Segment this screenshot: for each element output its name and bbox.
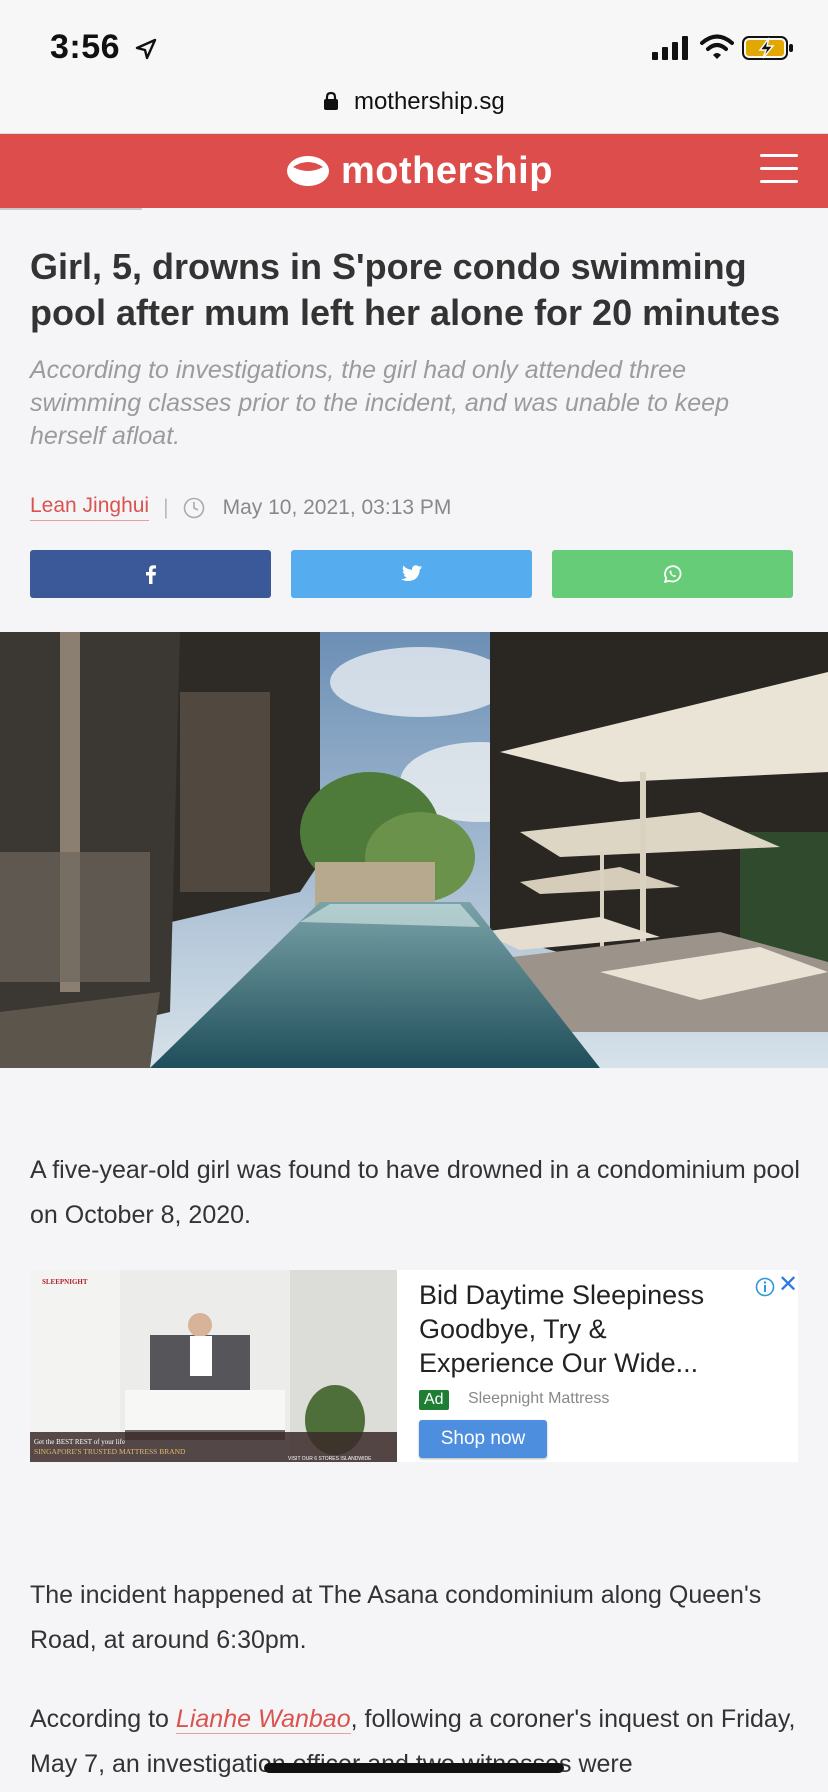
ad-image-tagline-3: VISIT OUR 6 STORES ISLANDWIDE	[288, 1456, 372, 1462]
lianhe-wanbao-link[interactable]: Lianhe Wanbao	[175, 1705, 351, 1734]
share-whatsapp-button[interactable]	[552, 550, 793, 598]
ad-close-icon[interactable]: ✕	[778, 1273, 798, 1297]
article-paragraph-2: The incident happened at The Asana condo…	[30, 1581, 762, 1654]
share-facebook-button[interactable]	[30, 550, 271, 598]
site-header: mothership	[0, 134, 828, 208]
location-arrow-icon	[135, 38, 157, 60]
article-title: Girl, 5, drowns in S'pore condo swimming…	[30, 246, 781, 333]
url-bar[interactable]: mothership.sg	[0, 80, 828, 134]
byline: Lean Jinghui | May 10, 2021, 03:13 PM	[30, 494, 451, 521]
ad-info-icon[interactable]	[754, 1276, 776, 1298]
author-link[interactable]: Lean Jinghui	[30, 494, 150, 521]
byline-separator: |	[163, 495, 169, 519]
home-indicator[interactable]	[264, 1763, 564, 1773]
article-hero-image	[0, 632, 828, 1068]
paragraph-3-text-before: According to	[30, 1705, 176, 1733]
ad-unit[interactable]: SLEEPNIGHT Get the BEST REST of your lif…	[30, 1270, 798, 1462]
site-logo-text: mothership	[341, 149, 553, 192]
ad-image-tagline-2: SINGAPORE'S TRUSTED MATTRESS BRAND	[34, 1447, 186, 1456]
battery-charging-icon	[742, 36, 793, 60]
publish-date: May 10, 2021, 03:13 PM	[222, 495, 452, 519]
site-logo[interactable]: mothership	[285, 146, 553, 196]
ad-image[interactable]: SLEEPNIGHT Get the BEST REST of your lif…	[30, 1270, 397, 1462]
twitter-icon	[400, 565, 422, 582]
wifi-icon	[700, 34, 734, 59]
clock-icon	[183, 497, 204, 518]
ad-badge: Ad	[419, 1390, 449, 1410]
article-subtitle: According to investigations, the girl ha…	[30, 356, 729, 450]
article-paragraph-1: A five-year-old girl was found to have d…	[30, 1156, 800, 1229]
ad-advertiser: Sleepnight Mattress	[468, 1390, 610, 1407]
status-bar: 3:56	[0, 0, 828, 92]
ad-image-tagline-1: Get the BEST REST of your life	[34, 1438, 125, 1446]
lock-icon	[324, 91, 339, 110]
url-text: mothership.sg	[353, 88, 505, 115]
article-paragraph-3: According to Lianhe Wanbao, following a …	[30, 1697, 805, 1787]
ad-shop-now-button[interactable]: Shop now	[419, 1420, 547, 1458]
share-twitter-button[interactable]	[291, 550, 532, 598]
ad-headline[interactable]: Bid Daytime Sleepiness Goodbye, Try & Ex…	[419, 1278, 749, 1380]
status-time: 3:56	[50, 28, 121, 66]
facebook-icon	[145, 565, 156, 584]
ad-image-brand: SLEEPNIGHT	[42, 1278, 88, 1286]
hamburger-menu-icon[interactable]	[760, 154, 798, 186]
cellular-signal-icon	[652, 36, 688, 60]
mothership-logo-icon	[287, 156, 329, 186]
whatsapp-icon	[663, 565, 682, 583]
header-divider	[0, 208, 142, 210]
